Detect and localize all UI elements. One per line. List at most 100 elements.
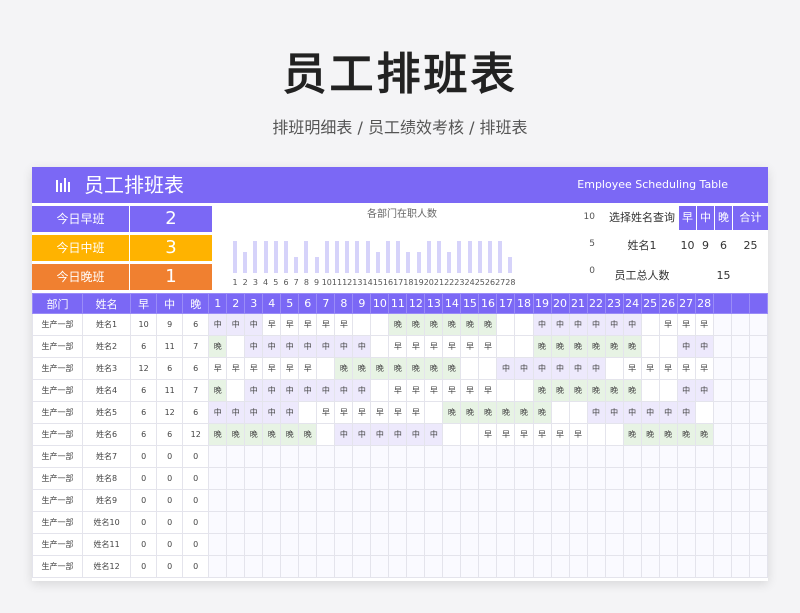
shift-cell-mid[interactable]: 中 [316,379,336,402]
shift-cell-empty[interactable] [280,533,300,556]
shift-cell-empty[interactable] [406,489,426,512]
shift-cell-late[interactable]: 晚 [586,379,606,402]
shift-cell-empty[interactable] [676,445,696,468]
shift-cell-late[interactable]: 晚 [406,357,426,380]
shift-cell-empty[interactable] [478,445,498,468]
shift-cell-empty[interactable] [586,467,606,490]
shift-cell-empty[interactable] [208,533,228,556]
shift-cell-empty[interactable] [316,467,336,490]
shift-cell-mid[interactable]: 中 [694,335,714,358]
shift-cell-empty[interactable] [532,467,552,490]
shift-cell-empty[interactable] [694,401,714,424]
shift-cell-mid[interactable]: 中 [262,335,282,358]
shift-cell-empty[interactable] [514,511,534,534]
shift-cell-mid[interactable]: 中 [226,313,246,336]
shift-cell-mid[interactable]: 中 [352,335,372,358]
shift-cell-empty[interactable] [496,379,516,402]
shift-cell-mid[interactable]: 中 [694,379,714,402]
shift-cell-early[interactable]: 早 [676,357,696,380]
shift-cell-empty[interactable] [694,445,714,468]
shift-cell-mid[interactable]: 中 [496,357,516,380]
shift-cell-late[interactable]: 晚 [298,423,318,446]
shift-cell-empty[interactable] [316,489,336,512]
shift-cell-early[interactable]: 早 [388,335,408,358]
shift-cell-empty[interactable] [460,533,480,556]
shift-cell-empty[interactable] [496,445,516,468]
shift-cell-mid[interactable]: 中 [514,357,534,380]
shift-cell-early[interactable]: 早 [568,423,588,446]
shift-cell-empty[interactable] [244,533,264,556]
shift-cell-mid[interactable]: 中 [244,335,264,358]
shift-cell-empty[interactable] [514,313,534,336]
shift-cell-early[interactable]: 早 [622,357,642,380]
shift-cell-empty[interactable] [208,555,228,578]
shift-cell-empty[interactable] [262,489,282,512]
shift-cell-empty[interactable] [280,511,300,534]
shift-cell-empty[interactable] [658,533,678,556]
shift-cell-empty[interactable] [568,445,588,468]
shift-cell-mid[interactable]: 中 [334,335,354,358]
shift-cell-empty[interactable] [694,489,714,512]
shift-cell-empty[interactable] [298,445,318,468]
shift-cell-empty[interactable] [640,511,660,534]
shift-cell-empty[interactable] [532,533,552,556]
shift-cell-empty[interactable] [208,445,228,468]
shift-cell-mid[interactable]: 中 [298,379,318,402]
shift-cell-empty[interactable] [514,379,534,402]
shift-cell-mid[interactable]: 中 [298,335,318,358]
shift-cell-empty[interactable] [262,445,282,468]
shift-cell-empty[interactable] [550,555,570,578]
shift-cell-empty[interactable] [388,533,408,556]
shift-cell-mid[interactable]: 中 [586,357,606,380]
shift-cell-late[interactable]: 晚 [352,357,372,380]
shift-cell-late[interactable]: 晚 [442,357,462,380]
shift-cell-empty[interactable] [442,555,462,578]
shift-cell-empty[interactable] [460,467,480,490]
shift-cell-empty[interactable] [334,445,354,468]
shift-cell-early[interactable]: 早 [370,401,390,424]
shift-cell-empty[interactable] [406,511,426,534]
shift-cell-early[interactable]: 早 [334,313,354,336]
shift-cell-late[interactable]: 晚 [208,335,228,358]
shift-cell-mid[interactable]: 中 [676,379,696,402]
shift-cell-empty[interactable] [316,423,336,446]
shift-cell-empty[interactable] [514,445,534,468]
shift-cell-empty[interactable] [442,423,462,446]
shift-cell-late[interactable]: 晚 [208,423,228,446]
shift-cell-empty[interactable] [370,335,390,358]
shift-cell-early[interactable]: 早 [334,401,354,424]
shift-cell-empty[interactable] [208,489,228,512]
query-name-select[interactable]: 姓名1 [606,234,678,258]
shift-cell-empty[interactable] [226,511,246,534]
shift-cell-empty[interactable] [586,511,606,534]
shift-cell-empty[interactable] [424,511,444,534]
shift-cell-late[interactable]: 晚 [226,423,246,446]
shift-cell-early[interactable]: 早 [658,357,678,380]
shift-cell-empty[interactable] [496,555,516,578]
shift-cell-empty[interactable] [478,511,498,534]
shift-cell-late[interactable]: 晚 [478,401,498,424]
shift-cell-early[interactable]: 早 [658,313,678,336]
shift-cell-empty[interactable] [226,533,246,556]
shift-cell-empty[interactable] [298,489,318,512]
shift-cell-empty[interactable] [460,445,480,468]
shift-cell-late[interactable]: 晚 [208,379,228,402]
shift-cell-empty[interactable] [694,555,714,578]
shift-cell-mid[interactable]: 中 [334,379,354,402]
shift-cell-mid[interactable]: 中 [370,423,390,446]
shift-cell-empty[interactable] [226,335,246,358]
shift-cell-late[interactable]: 晚 [244,423,264,446]
shift-cell-early[interactable]: 早 [460,379,480,402]
shift-cell-empty[interactable] [262,555,282,578]
shift-cell-empty[interactable] [640,555,660,578]
shift-cell-empty[interactable] [298,401,318,424]
shift-cell-late[interactable]: 晚 [550,335,570,358]
shift-cell-empty[interactable] [694,533,714,556]
shift-cell-early[interactable]: 早 [316,401,336,424]
shift-cell-empty[interactable] [604,489,624,512]
shift-cell-late[interactable]: 晚 [532,379,552,402]
shift-cell-mid[interactable]: 中 [244,401,264,424]
shift-cell-empty[interactable] [442,489,462,512]
shift-cell-empty[interactable] [388,555,408,578]
shift-cell-empty[interactable] [352,555,372,578]
